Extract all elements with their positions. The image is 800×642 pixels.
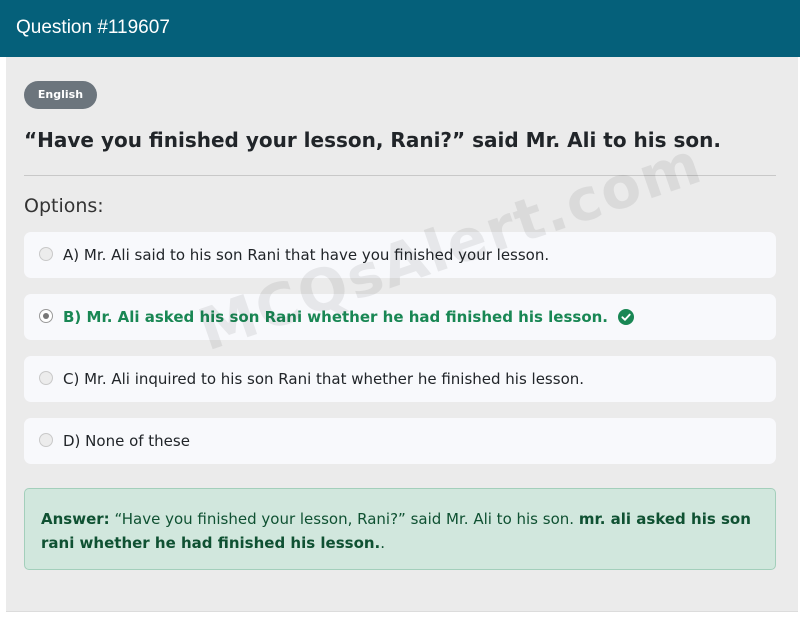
options-label: Options: (24, 195, 104, 217)
answer-box: Answer: “Have you finished your lesson, … (24, 488, 776, 570)
check-circle-icon (618, 309, 634, 325)
answer-trailing: . (380, 534, 386, 552)
question-id-title: Question #119607 (16, 17, 170, 38)
option-a-text: A) Mr. Ali said to his son Rani that hav… (63, 246, 550, 264)
question-text: “Have you finished your lesson, Rani?” s… (24, 128, 722, 152)
answer-label: Answer: (41, 510, 110, 528)
question-card: English “Have you finished your lesson, … (6, 57, 798, 612)
option-c[interactable]: C) Mr. Ali inquired to his son Rani that… (24, 356, 776, 402)
language-badge: English (24, 81, 97, 109)
option-d[interactable]: D) None of these (24, 418, 776, 464)
option-a-radio[interactable] (39, 247, 53, 261)
option-d-text: D) None of these (63, 432, 190, 450)
option-a[interactable]: A) Mr. Ali said to his son Rani that hav… (24, 232, 776, 278)
page-header: Question #119607 (0, 0, 800, 57)
option-c-radio[interactable] (39, 371, 53, 385)
answer-question-text: “Have you finished your lesson, Rani?” s… (114, 510, 575, 528)
option-b-radio[interactable] (39, 309, 53, 323)
option-d-radio[interactable] (39, 433, 53, 447)
option-b[interactable]: B) Mr. Ali asked his son Rani whether he… (24, 294, 776, 340)
divider (24, 175, 776, 176)
option-b-text: B) Mr. Ali asked his son Rani whether he… (63, 308, 608, 326)
option-c-text: C) Mr. Ali inquired to his son Rani that… (63, 370, 585, 388)
option-b-line: B) Mr. Ali asked his son Rani whether he… (63, 307, 634, 327)
